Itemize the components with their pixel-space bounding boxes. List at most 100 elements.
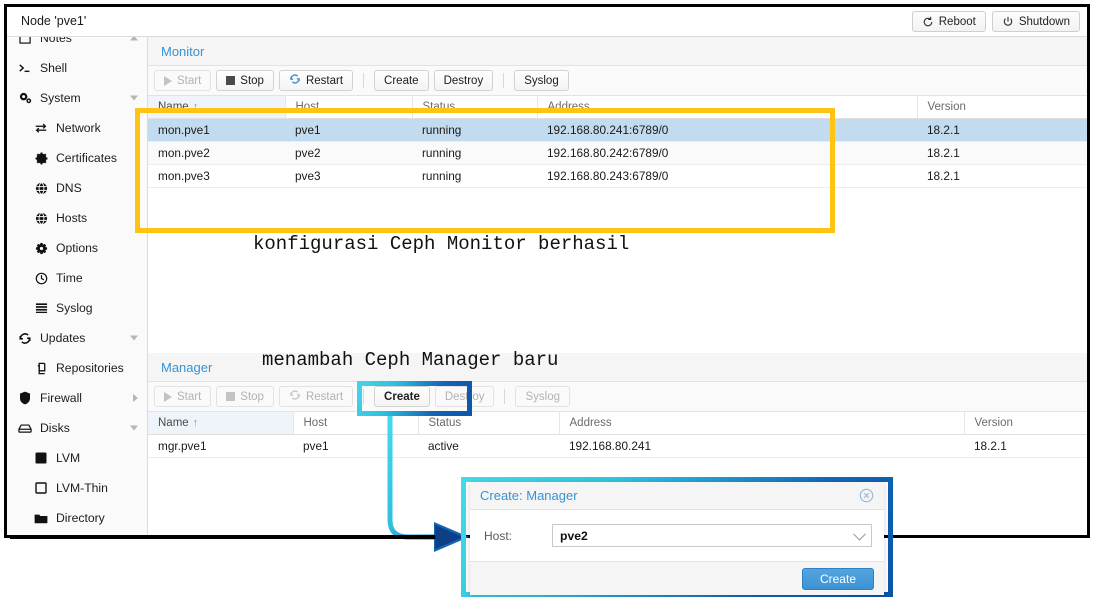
manager-create-button[interactable]: Create <box>374 386 430 407</box>
disk-icon <box>17 423 33 434</box>
restart-icon <box>289 389 301 404</box>
column-header-version[interactable]: Version <box>917 96 1087 119</box>
sidebar-item-label: Shell <box>40 61 68 75</box>
sidebar-item-network[interactable]: Network <box>7 113 147 143</box>
monitor-create-button[interactable]: Create <box>374 70 429 91</box>
sidebar-item-label: Firewall <box>40 391 82 405</box>
sidebar-item-options[interactable]: Options <box>7 233 147 263</box>
notes-icon <box>17 37 33 44</box>
sidebar-item-label: Repositories <box>56 361 124 375</box>
sidebar-item-zfs[interactable]: ZFS <box>7 533 147 535</box>
monitor-stop-button[interactable]: Stop <box>216 70 274 91</box>
shell-icon <box>17 62 33 74</box>
window-header: Node 'pve1' Reboot Shutdown <box>7 7 1087 37</box>
content-area: Monitor Start Stop Restart Create Destro… <box>148 37 1087 535</box>
table-row[interactable]: mgr.pve1 pve1 active 192.168.80.241 18.2… <box>148 434 1087 458</box>
button-label: Start <box>177 390 202 403</box>
column-header-version[interactable]: Version <box>964 412 1087 435</box>
cell-name: mon.pve2 <box>148 141 285 165</box>
sidebar-item-lvm-thin[interactable]: LVM-Thin <box>7 473 147 503</box>
sidebar-item-directory[interactable]: Directory <box>7 503 147 533</box>
sidebar-item-notes[interactable]: Notes <box>7 37 147 53</box>
sidebar-item-label: Updates <box>40 331 86 345</box>
sidebar-item-system[interactable]: System <box>7 83 147 113</box>
sidebar-item-label: LVM-Thin <box>56 481 108 495</box>
reboot-button[interactable]: Reboot <box>911 11 986 32</box>
sidebar-item-notes-clipped[interactable]: Notes <box>7 37 147 53</box>
column-header-status[interactable]: Status <box>418 412 560 435</box>
manager-start-button[interactable]: Start <box>154 386 212 407</box>
updates-icon <box>17 332 33 345</box>
cell-version: 18.2.1 <box>917 118 1087 142</box>
monitor-syslog-button[interactable]: Syslog <box>514 70 569 91</box>
app-window-frame: Node 'pve1' Reboot Shutdown Notes Shell … <box>4 4 1090 538</box>
sidebar-item-firewall[interactable]: Firewall <box>7 383 147 413</box>
button-label: Restart <box>305 390 344 403</box>
stop-icon <box>226 392 236 401</box>
monitor-section-title: Monitor <box>148 37 1087 66</box>
column-header-status[interactable]: Status <box>412 96 538 119</box>
cell-address: 192.168.80.243:6789/0 <box>537 164 917 188</box>
cell-host: pve1 <box>285 118 412 142</box>
toolbar-separator <box>504 389 506 404</box>
cell-version: 18.2.1 <box>964 434 1087 458</box>
system-icon <box>17 91 33 105</box>
close-circle-icon[interactable] <box>859 488 874 503</box>
sidebar-item-dns[interactable]: DNS <box>7 173 147 203</box>
sidebar-item-repositories[interactable]: Repositories <box>7 353 147 383</box>
sidebar-item-label: Directory <box>56 511 105 525</box>
table-row[interactable]: mon.pve1 pve1 running 192.168.80.241:678… <box>148 118 1087 142</box>
sidebar-item-syslog[interactable]: Syslog <box>7 293 147 323</box>
monitor-table-header: Name ↑ Host Status Address Version <box>148 96 1087 119</box>
sidebar-item-hosts[interactable]: Hosts <box>7 203 147 233</box>
stop-icon <box>226 76 236 85</box>
monitor-destroy-button[interactable]: Destroy <box>433 70 494 91</box>
manager-syslog-button[interactable]: Syslog <box>515 386 571 407</box>
dialog-header: Create: Manager <box>470 482 884 510</box>
monitor-start-button[interactable]: Start <box>154 70 212 91</box>
column-header-name[interactable]: Name ↑ <box>148 412 294 435</box>
dialog-create-button[interactable]: Create <box>801 567 874 590</box>
sidebar[interactable]: Notes Shell System Network Certificates … <box>7 37 148 535</box>
column-header-host[interactable]: Host <box>293 412 419 435</box>
sidebar-item-label: Hosts <box>56 211 88 225</box>
sidebar-item-label: Notes <box>40 37 72 45</box>
column-header-address[interactable]: Address <box>559 412 965 435</box>
button-label: Stop <box>240 74 264 87</box>
monitor-table[interactable]: Name ↑ Host Status Address Version mon.pv… <box>148 96 1087 213</box>
manager-table[interactable]: Name ↑ Host Status Address Version mgr.pv… <box>148 412 1087 483</box>
host-label: Host: <box>484 528 513 543</box>
sidebar-item-label: DNS <box>56 181 82 195</box>
column-header-host[interactable]: Host <box>285 96 413 119</box>
certificate-icon <box>33 152 49 165</box>
sidebar-item-time[interactable]: Time <box>7 263 147 293</box>
manager-destroy-button[interactable]: Destroy <box>434 386 495 407</box>
host-select[interactable]: pve2 <box>552 524 872 547</box>
sidebar-item-updates[interactable]: Updates <box>7 323 147 353</box>
manager-stop-button[interactable]: Stop <box>216 386 274 407</box>
chevron-down-icon[interactable] <box>853 527 866 541</box>
sidebar-item-lvm[interactable]: LVM <box>7 443 147 473</box>
cell-host: pve3 <box>285 164 412 188</box>
column-header-address[interactable]: Address <box>537 96 918 119</box>
table-row[interactable]: mon.pve2 pve2 running 192.168.80.242:678… <box>148 141 1087 165</box>
cell-version: 18.2.1 <box>917 141 1087 165</box>
table-empty-row <box>148 187 1087 213</box>
repositories-icon <box>33 362 49 375</box>
cell-address: 192.168.80.241 <box>559 434 964 458</box>
sidebar-item-shell[interactable]: Shell <box>7 53 147 83</box>
column-header-name[interactable]: Name ↑ <box>148 96 286 119</box>
create-manager-dialog[interactable]: Create: Manager Host: pve2 Create <box>470 482 884 595</box>
monitor-restart-button[interactable]: Restart <box>278 70 354 91</box>
button-label: Start <box>177 74 202 87</box>
monitor-annotation-text: konfigurasi Ceph Monitor berhasil <box>253 233 630 255</box>
cell-status: running <box>412 118 537 142</box>
sidebar-item-certificates[interactable]: Certificates <box>7 143 147 173</box>
sort-asc-icon: ↑ <box>192 100 199 113</box>
shutdown-button[interactable]: Shutdown <box>991 11 1080 32</box>
sidebar-item-disks[interactable]: Disks <box>7 413 147 443</box>
table-row[interactable]: mon.pve3 pve3 running 192.168.80.243:678… <box>148 164 1087 188</box>
manager-restart-button[interactable]: Restart <box>278 386 354 407</box>
chevron-right-icon <box>133 394 138 402</box>
page-title: Node 'pve1' <box>21 14 87 28</box>
